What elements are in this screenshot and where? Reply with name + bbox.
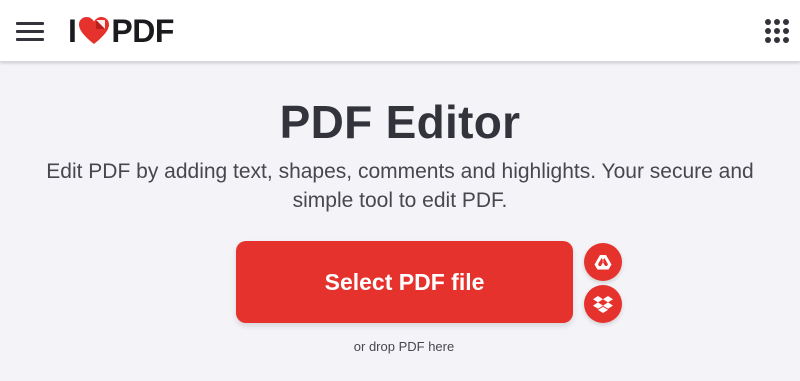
hamburger-line — [16, 30, 44, 33]
dropbox-icon — [593, 296, 613, 313]
hamburger-line — [16, 22, 44, 25]
logo-text-i: I — [68, 12, 77, 49]
apps-grid-icon[interactable] — [765, 19, 789, 43]
google-drive-button[interactable] — [584, 243, 622, 281]
google-drive-icon — [594, 255, 612, 270]
logo-text-pdf: PDF — [111, 12, 174, 49]
tool-description: Edit PDF by adding text, shapes, comment… — [46, 160, 754, 212]
ilovepdf-logo[interactable]: I PDF — [68, 12, 174, 49]
top-navigation-bar: I PDF — [0, 0, 800, 62]
hamburger-line — [16, 38, 44, 41]
dropbox-button[interactable] — [584, 285, 622, 323]
drop-pdf-hint: or drop PDF here — [353, 339, 455, 354]
page-title: PDF Editor — [279, 96, 521, 148]
hamburger-menu-icon[interactable] — [16, 22, 44, 42]
heart-icon — [79, 17, 110, 44]
select-pdf-file-button[interactable]: Select PDF file — [236, 241, 573, 323]
main-content: PDF Editor Edit PDF by adding text, shap… — [0, 63, 800, 381]
